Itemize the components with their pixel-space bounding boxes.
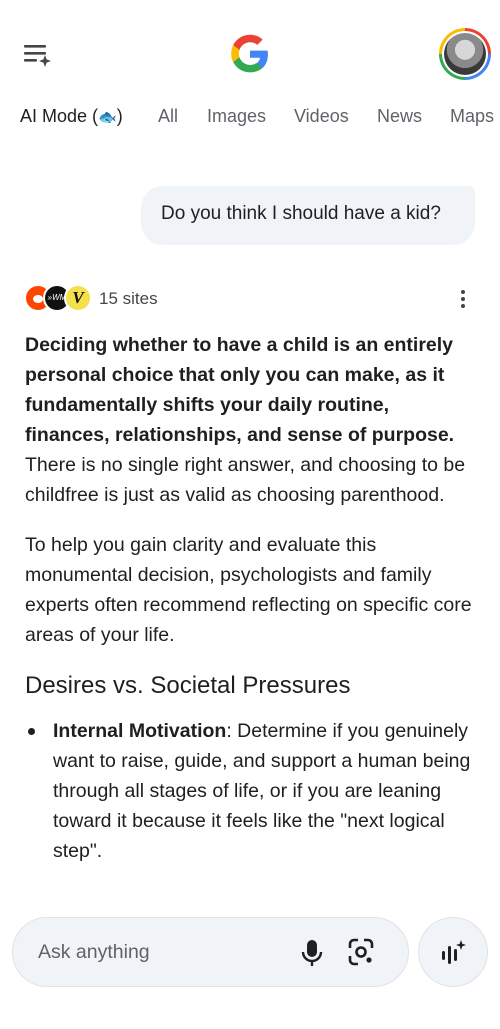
live-voice-icon[interactable] [418,917,488,987]
ask-input[interactable]: Ask anything [12,917,409,987]
v-site-icon: V [64,284,92,312]
mic-icon[interactable] [298,938,326,968]
ai-answer: Deciding whether to have a child is an e… [25,330,475,866]
answer-paragraph-1-bold: Deciding whether to have a child is an e… [25,334,455,446]
answer-paragraph-1: Deciding whether to have a child is an e… [25,330,475,510]
tab-all[interactable]: All [158,106,178,127]
sources-row[interactable]: »WM V 15 sites [24,284,484,314]
answer-paragraph-2: To help you gain clarity and evaluate th… [25,534,472,646]
tab-images[interactable]: Images [207,106,266,127]
tab-ai-mode[interactable]: AI Mode (🐟) [20,106,123,127]
answer-heading: Desires vs. Societal Pressures [25,672,351,699]
tab-maps[interactable]: Maps [450,106,494,127]
sources-count: 15 sites [99,289,158,308]
avatar-inner [442,31,488,77]
bullet-bold: Internal Motivation [53,720,227,742]
search-tabs: AI Mode (🐟) All Images Videos News Maps [0,106,500,132]
account-avatar[interactable] [439,28,491,80]
more-options-icon[interactable] [455,286,471,312]
lens-icon[interactable] [346,937,376,967]
tab-ai-mode-suffix: ) [116,106,123,126]
user-query-bubble: Do you think I should have a kid? [141,186,475,245]
menu-sparkle-icon[interactable] [22,40,54,70]
tab-ai-mode-label: AI Mode ( [20,106,99,126]
answer-paragraph-1-rest: There is no single right answer, and cho… [25,454,466,506]
google-g-logo[interactable] [229,33,271,75]
tab-videos[interactable]: Videos [294,106,349,127]
top-bar [0,0,500,100]
ask-placeholder: Ask anything [38,941,150,963]
avatar-photo [444,33,486,75]
fish-icon: 🐟 [98,109,117,126]
list-item: Internal Motivation: Determine if you ge… [25,716,475,866]
tab-news[interactable]: News [377,106,422,127]
